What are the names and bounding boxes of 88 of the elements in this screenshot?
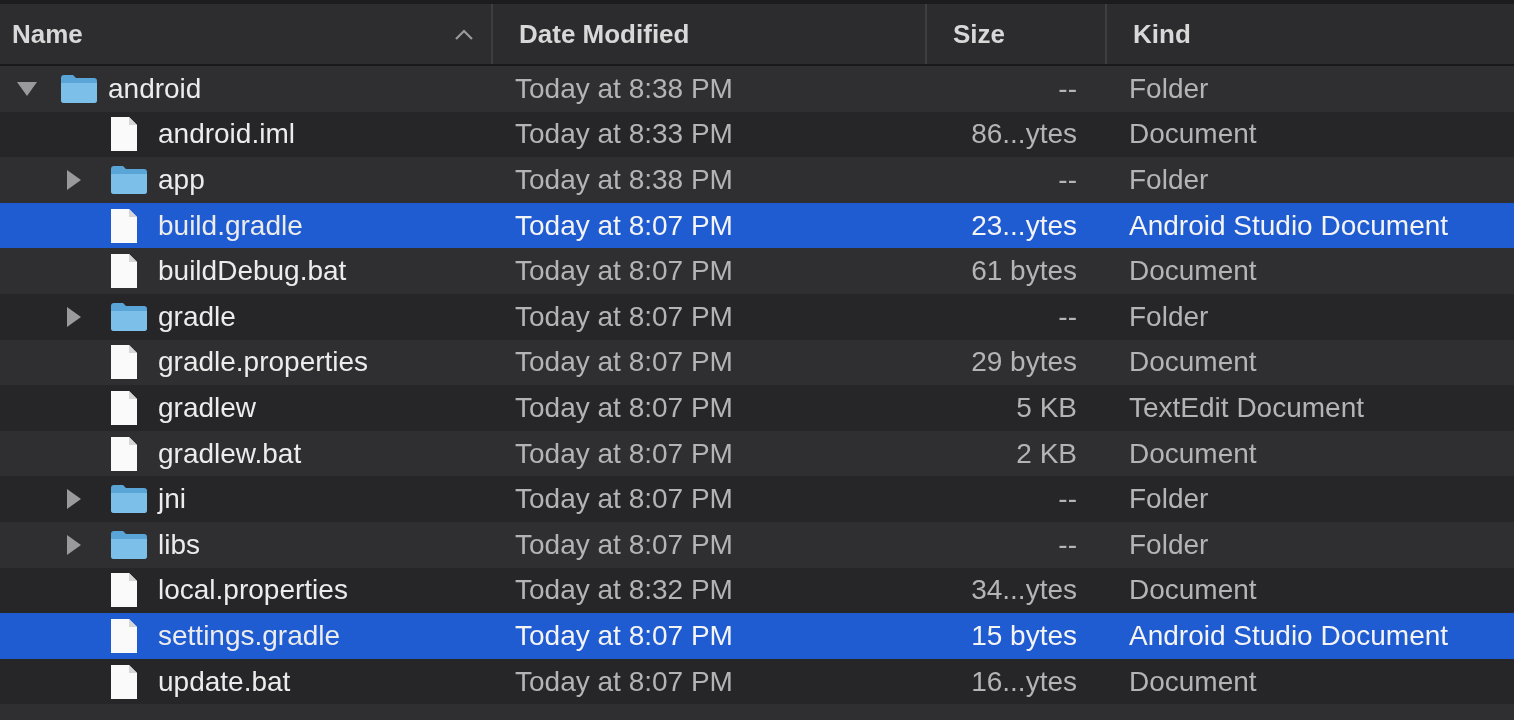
disclosure-triangle-icon[interactable] bbox=[66, 169, 82, 191]
file-name: update.bat bbox=[158, 664, 291, 699]
file-name: buildDebug.bat bbox=[158, 254, 347, 289]
file-kind: Folder bbox=[1129, 164, 1209, 195]
file-name: gradle bbox=[158, 299, 236, 334]
date-modified: Today at 8:33 PM bbox=[515, 118, 733, 150]
file-name: gradlew bbox=[158, 390, 257, 425]
file-name: gradlew.bat bbox=[158, 436, 302, 471]
file-kind: Folder bbox=[1129, 528, 1209, 560]
file-kind: Folder bbox=[1129, 72, 1209, 104]
folder-icon bbox=[110, 165, 148, 195]
column-header[interactable]: Size bbox=[953, 14, 1006, 54]
sort-chevron-icon[interactable] bbox=[455, 28, 473, 40]
document-icon bbox=[110, 389, 138, 426]
file-size: 5 KB bbox=[1016, 391, 1077, 423]
date-modified: Today at 8:07 PM bbox=[515, 391, 733, 423]
file-size: -- bbox=[1058, 483, 1077, 515]
file-name: app bbox=[158, 163, 205, 197]
date-modified: Today at 8:07 PM bbox=[515, 209, 733, 241]
disclosure-triangle-icon[interactable] bbox=[66, 488, 82, 511]
date-modified: Today at 8:07 PM bbox=[515, 665, 733, 697]
date-modified: Today at 8:07 PM bbox=[515, 255, 733, 287]
file-kind: Document bbox=[1129, 346, 1257, 378]
document-icon bbox=[110, 344, 138, 381]
column-header[interactable]: Date Modified bbox=[519, 14, 690, 54]
file-size: 61 bytes bbox=[971, 255, 1077, 287]
document-icon bbox=[110, 617, 138, 654]
folder-icon bbox=[110, 484, 148, 515]
date-modified: Today at 8:07 PM bbox=[515, 437, 733, 469]
document-icon bbox=[110, 663, 138, 700]
file-kind: Document bbox=[1129, 574, 1257, 606]
file-name: gradle.properties bbox=[158, 345, 369, 380]
file-name: android bbox=[108, 71, 202, 106]
file-kind: Folder bbox=[1129, 483, 1209, 515]
file-kind: Android Studio Document bbox=[1129, 209, 1449, 241]
disclosure-triangle-icon[interactable] bbox=[66, 533, 82, 556]
folder-icon bbox=[60, 73, 98, 104]
date-modified: Today at 8:38 PM bbox=[515, 72, 733, 104]
disclosure-triangle-icon[interactable] bbox=[66, 305, 82, 328]
file-row[interactable]: update.bat Today at 8:07 PM 16...ytes Document bbox=[0, 658, 1514, 705]
file-size: 86...ytes bbox=[971, 118, 1077, 150]
file-kind: Document bbox=[1129, 118, 1257, 150]
file-size: 29 bytes bbox=[971, 346, 1077, 378]
file-size: -- bbox=[1058, 528, 1077, 560]
file-row[interactable]: jni Today at 8:07 PM -- Folder bbox=[0, 476, 1514, 522]
file-size: -- bbox=[1058, 300, 1077, 332]
folder-icon bbox=[110, 529, 148, 560]
file-name: android.iml bbox=[158, 117, 295, 152]
disclosure-triangle-icon[interactable] bbox=[16, 80, 38, 97]
file-kind: Document bbox=[1129, 665, 1257, 697]
file-kind: Document bbox=[1129, 437, 1257, 469]
file-kind: Document bbox=[1129, 255, 1257, 287]
file-size: 23...ytes bbox=[971, 209, 1077, 241]
document-icon bbox=[110, 435, 138, 472]
date-modified: Today at 8:07 PM bbox=[515, 300, 733, 332]
file-size: 16...ytes bbox=[971, 665, 1077, 697]
column-header[interactable]: Name bbox=[12, 14, 83, 54]
document-icon bbox=[110, 253, 138, 290]
file-kind: Android Studio Document bbox=[1129, 619, 1449, 651]
file-row[interactable]: android.iml Today at 8:33 PM 86...ytes Document bbox=[0, 111, 1514, 158]
file-name: build.gradle bbox=[158, 208, 303, 243]
date-modified: Today at 8:07 PM bbox=[515, 528, 733, 560]
file-row[interactable]: gradlew Today at 8:07 PM 5 KB TextEdit Document bbox=[0, 385, 1514, 431]
file-size: -- bbox=[1058, 72, 1077, 104]
document-icon bbox=[110, 207, 138, 244]
file-row[interactable]: local.properties Today at 8:32 PM 34...ytes Document bbox=[0, 567, 1514, 614]
date-modified: Today at 8:38 PM bbox=[515, 164, 733, 195]
file-name: settings.gradle bbox=[158, 618, 341, 653]
document-icon bbox=[110, 116, 138, 153]
file-row[interactable]: settings.gradle Today at 8:07 PM 15 bytes Android Studio Document bbox=[0, 613, 1514, 659]
file-kind: Folder bbox=[1129, 300, 1209, 332]
file-kind: TextEdit Document bbox=[1129, 391, 1364, 423]
column-header[interactable]: Kind bbox=[1133, 14, 1191, 54]
file-name: jni bbox=[158, 482, 186, 517]
file-name: libs bbox=[158, 527, 200, 562]
file-size: -- bbox=[1058, 164, 1077, 195]
folder-icon bbox=[110, 301, 148, 332]
file-row[interactable]: build.gradle Today at 8:07 PM 23...ytes Android Studio Document bbox=[0, 202, 1514, 249]
date-modified: Today at 8:32 PM bbox=[515, 574, 733, 606]
date-modified: Today at 8:07 PM bbox=[515, 619, 733, 651]
date-modified: Today at 8:07 PM bbox=[515, 483, 733, 515]
date-modified: Today at 8:07 PM bbox=[515, 346, 733, 378]
file-size: 2 KB bbox=[1016, 437, 1077, 469]
file-size: 34...ytes bbox=[971, 574, 1077, 606]
file-row[interactable]: gradle Today at 8:07 PM -- Folder bbox=[0, 293, 1514, 340]
file-name: local.properties bbox=[158, 573, 348, 608]
document-icon bbox=[110, 572, 138, 609]
file-size: 15 bytes bbox=[971, 619, 1077, 651]
